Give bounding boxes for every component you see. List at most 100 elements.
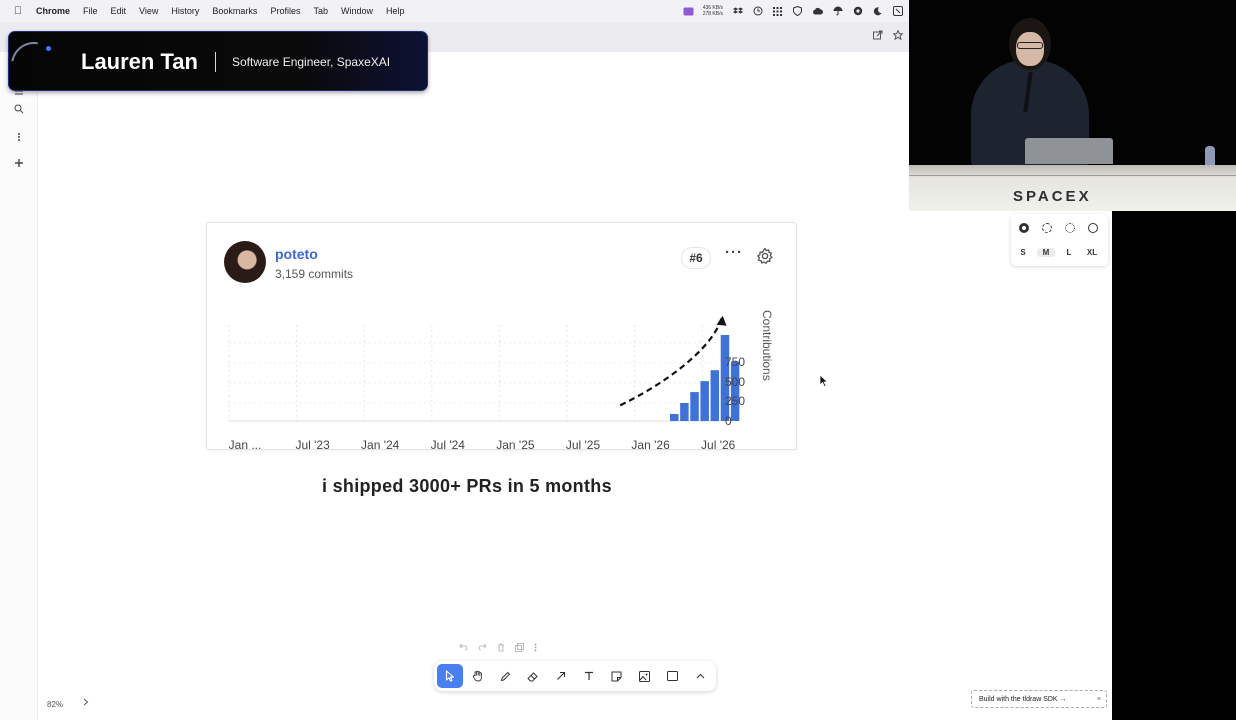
rectangle-icon[interactable] <box>660 664 685 688</box>
umbrella-icon[interactable] <box>832 6 843 17</box>
chart-bar <box>730 361 740 421</box>
x-tick-label: Jan ... <box>229 438 262 451</box>
y-tick-label: 750 <box>725 355 745 369</box>
sticky-note-icon[interactable] <box>604 664 629 688</box>
menubar-status-area: 436 KB/s 278 KB/s <box>683 5 909 17</box>
x-tick-label: Jan '24 <box>361 438 400 451</box>
redo-icon[interactable] <box>478 643 487 653</box>
speaker-role: Software Engineer, SpaxeXAI <box>232 55 391 69</box>
mac-menubar:  Chrome File Edit View History Bookmark… <box>0 0 909 22</box>
undo-icon[interactable] <box>459 643 468 653</box>
menu-edit[interactable]: Edit <box>111 6 135 16</box>
image-icon[interactable] <box>632 664 657 688</box>
menu-bookmarks[interactable]: Bookmarks <box>212 6 265 16</box>
y-tick-label: 250 <box>725 394 745 408</box>
x-tick-label: Jul '23 <box>295 438 330 451</box>
apple-icon[interactable]:  <box>0 5 36 17</box>
text-icon[interactable] <box>576 664 601 688</box>
clock-icon[interactable] <box>752 6 763 17</box>
menu-history[interactable]: History <box>171 6 207 16</box>
chart-bar <box>710 370 720 421</box>
water-bottle <box>1205 146 1215 165</box>
add-page-icon[interactable] <box>12 158 26 172</box>
x-tick-label: Jul '24 <box>431 438 466 451</box>
share-icon[interactable] <box>873 30 883 43</box>
chart-x-ticks: Jan ... Jul '23 Jan '24 Jul '24 Jan '25 Jul '… <box>229 438 736 451</box>
duplicate-icon[interactable] <box>515 642 524 654</box>
chart-bar <box>690 392 699 421</box>
screen-share-icon[interactable] <box>683 6 694 17</box>
dropbox-icon[interactable] <box>732 6 743 17</box>
network-speed: 436 KB/s 278 KB/s <box>703 5 723 17</box>
menu-help[interactable]: Help <box>386 6 413 16</box>
chart-bar <box>670 413 679 421</box>
menu-profiles[interactable]: Profiles <box>270 6 308 16</box>
control-center-icon[interactable] <box>892 6 903 17</box>
more-options-icon[interactable] <box>12 132 26 146</box>
dash-style-icon[interactable] <box>1042 223 1052 233</box>
history-bar <box>443 639 553 657</box>
x-tick-label: Jan '26 <box>631 438 670 451</box>
solid-style-icon[interactable] <box>1088 223 1098 233</box>
zoom-level[interactable]: 82% <box>47 700 63 709</box>
size-m[interactable]: M <box>1037 248 1055 257</box>
chart-bar <box>700 381 709 421</box>
presenter-glasses <box>1017 42 1043 49</box>
y-tick-label: 500 <box>725 375 745 389</box>
chevron-right-icon[interactable] <box>83 698 89 709</box>
hand-icon[interactable] <box>465 664 490 688</box>
eraser-icon[interactable] <box>521 664 546 688</box>
canvas-right-area <box>909 211 1112 720</box>
browser-actions <box>873 29 904 43</box>
contributor-card: poteto 3,159 commits #6 ··· Jan ... Jul '… <box>206 222 797 451</box>
speaker-name: Lauren Tan <box>81 49 198 74</box>
trend-arrow-head <box>716 315 727 326</box>
x-tick-label: Jan '25 <box>496 438 535 451</box>
search-icon[interactable] <box>12 104 26 118</box>
banner-dot <box>46 46 51 51</box>
chart-bar <box>680 403 689 421</box>
more-vertical-icon[interactable] <box>534 643 537 654</box>
tldraw-sdk-button[interactable]: Build with the tldraw SDK → × <box>971 690 1107 708</box>
dotted-style-icon[interactable] <box>1065 223 1075 233</box>
x-tick-label: Jul '26 <box>701 438 736 451</box>
style-panel: S M L XL <box>1011 214 1108 266</box>
menu-file[interactable]: File <box>83 6 106 16</box>
close-icon[interactable]: × <box>1097 696 1106 703</box>
grid-icon[interactable] <box>772 6 783 17</box>
game-controller-icon[interactable] <box>852 6 863 17</box>
size-xl[interactable]: XL <box>1083 248 1101 257</box>
menu-window[interactable]: Window <box>341 6 381 16</box>
arrow-icon[interactable] <box>548 664 573 688</box>
menu-tab[interactable]: Tab <box>313 6 336 16</box>
moon-icon[interactable] <box>872 6 883 17</box>
mouse-cursor-icon <box>819 374 829 388</box>
tldraw-left-rail <box>0 52 38 720</box>
slide-caption: i shipped 3000+ PRs in 5 months <box>322 476 612 496</box>
sdk-button-label: Build with the tldraw SDK → <box>979 695 1067 703</box>
banner-separator <box>215 52 216 72</box>
chart-grid <box>228 325 719 422</box>
contributions-chart: Jan ... Jul '23 Jan '24 Jul '24 Jan '25 Jul '… <box>228 310 774 451</box>
speaker-name-banner: Lauren Tan Software Engineer, SpaxeXAI <box>1 31 428 98</box>
laptop <box>1025 138 1113 164</box>
menu-view[interactable]: View <box>139 6 166 16</box>
menu-chrome[interactable]: Chrome <box>36 6 78 16</box>
size-s[interactable]: S <box>1014 248 1032 257</box>
shield-icon[interactable] <box>792 6 803 17</box>
cursor-arrow-icon[interactable] <box>437 664 463 688</box>
bookmark-star-icon[interactable] <box>892 29 904 43</box>
x-tick-label: Jul '25 <box>566 438 601 451</box>
fill-solid-icon[interactable] <box>1019 223 1029 233</box>
decorative-arc <box>1 32 67 98</box>
chart-y-label: Contributions <box>760 310 774 381</box>
y-tick-label: 0 <box>725 414 732 428</box>
trash-icon[interactable] <box>497 643 505 654</box>
chevron-up-icon[interactable] <box>687 664 712 688</box>
size-l[interactable]: L <box>1060 248 1078 257</box>
stage-logo: SPACEX <box>1013 188 1092 205</box>
cloud-icon[interactable] <box>812 6 823 17</box>
pencil-icon[interactable] <box>493 664 518 688</box>
net-download: 278 KB/s <box>702 11 723 17</box>
stage-front: SPACEX <box>909 165 1236 211</box>
